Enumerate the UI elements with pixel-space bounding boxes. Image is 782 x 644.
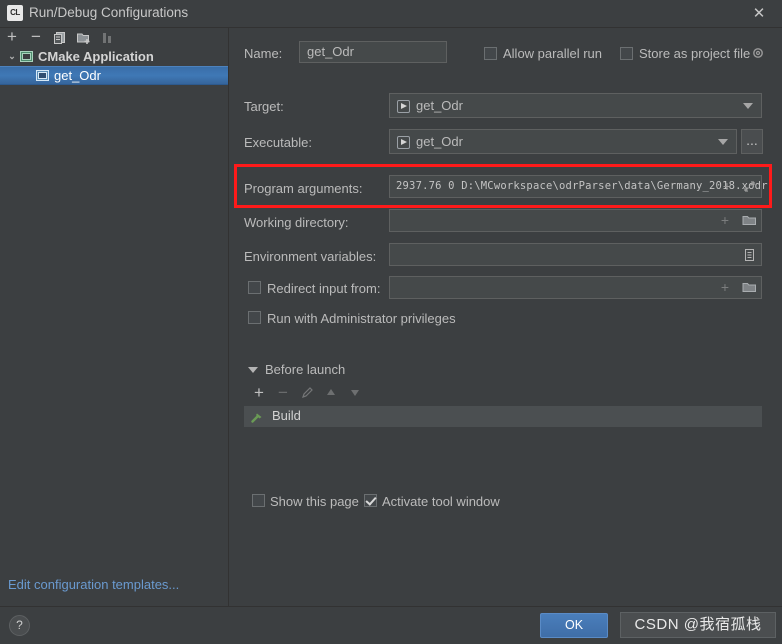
redirect-input-field[interactable]: + xyxy=(389,276,762,299)
remove-task-button[interactable]: − xyxy=(275,384,291,402)
name-input[interactable]: get_Odr xyxy=(299,41,447,63)
activate-tool-window-label: Activate tool window xyxy=(382,494,500,509)
hammer-icon xyxy=(250,410,264,424)
before-launch-task-label: Build xyxy=(272,408,301,423)
show-this-page-checkbox[interactable] xyxy=(252,494,265,507)
target-label: Target: xyxy=(244,99,284,114)
environment-variables-input[interactable] xyxy=(389,243,762,266)
expand-icon[interactable] xyxy=(739,176,759,197)
executable-combobox[interactable]: get_Odr xyxy=(389,129,737,154)
close-icon[interactable]: ✕ xyxy=(736,0,782,27)
working-directory-label: Working directory: xyxy=(244,215,349,230)
store-as-project-file-label: Store as project file xyxy=(639,46,751,61)
program-arguments-value: 2937.76 0 D:\MCworkspace\odrParser\data\… xyxy=(396,180,768,192)
chevron-down-icon[interactable] xyxy=(248,367,258,373)
tree-group-cmake-application[interactable]: ⌄ CMake Application xyxy=(0,47,228,66)
environment-variables-label: Environment variables: xyxy=(244,249,377,264)
ok-button[interactable]: OK xyxy=(540,613,608,638)
before-launch-task-row[interactable]: Build xyxy=(244,406,762,427)
add-configuration-button[interactable]: + xyxy=(2,28,22,46)
executable-value: get_Odr xyxy=(416,134,463,149)
plus-icon[interactable]: + xyxy=(717,176,737,197)
redirect-input-checkbox[interactable] xyxy=(248,281,261,294)
store-as-project-file-checkbox[interactable] xyxy=(620,47,633,60)
folder-icon[interactable] xyxy=(739,210,759,231)
configurations-tree: ⌄ CMake Application get_Odr xyxy=(0,47,228,147)
working-directory-input[interactable]: + xyxy=(389,209,762,232)
chevron-down-icon[interactable]: ⌄ xyxy=(6,47,18,66)
executable-run-icon xyxy=(397,135,410,149)
program-arguments-label: Program arguments: xyxy=(244,181,363,196)
target-value: get_Odr xyxy=(416,98,463,113)
gear-icon[interactable] xyxy=(751,46,765,63)
window-title: Run/Debug Configurations xyxy=(29,5,189,20)
clion-app-icon: CL xyxy=(7,5,23,21)
help-button[interactable]: ? xyxy=(9,615,30,636)
allow-parallel-run-label: Allow parallel run xyxy=(503,46,602,61)
footer-divider xyxy=(0,606,782,607)
show-this-page-label: Show this page xyxy=(270,494,359,509)
plus-icon[interactable]: + xyxy=(715,210,735,231)
remove-configuration-button[interactable]: − xyxy=(26,28,46,46)
run-as-administrator-checkbox[interactable] xyxy=(248,311,261,324)
activate-tool-window-checkbox[interactable] xyxy=(364,494,377,507)
panel-divider xyxy=(228,27,229,607)
target-combobox[interactable]: get_Odr xyxy=(389,93,762,118)
list-icon[interactable] xyxy=(739,244,759,265)
title-bar: CL Run/Debug Configurations ✕ xyxy=(0,0,782,28)
name-input-value: get_Odr xyxy=(307,44,354,59)
allow-parallel-run-checkbox[interactable] xyxy=(484,47,497,60)
configurations-toolbar: + − xyxy=(0,27,228,47)
new-folder-button[interactable] xyxy=(74,28,94,46)
chevron-down-icon[interactable] xyxy=(743,102,753,109)
chevron-down-icon[interactable] xyxy=(718,138,728,145)
redirect-input-label: Redirect input from: xyxy=(267,281,381,296)
executable-label: Executable: xyxy=(244,135,312,150)
tree-item-get-odr[interactable]: get_Odr xyxy=(0,66,228,85)
cmake-target-icon xyxy=(36,69,50,82)
folder-icon[interactable] xyxy=(739,277,759,298)
add-task-button[interactable]: + xyxy=(251,384,267,402)
target-run-icon xyxy=(397,99,410,113)
sort-configurations-button[interactable] xyxy=(98,28,118,46)
arrow-up-icon[interactable] xyxy=(323,386,339,403)
before-launch-label: Before launch xyxy=(265,362,346,377)
copy-configuration-button[interactable] xyxy=(50,28,70,46)
arrow-down-icon[interactable] xyxy=(347,386,363,403)
tree-item-label: get_Odr xyxy=(54,68,101,83)
executable-browse-button[interactable]: ... xyxy=(741,129,763,154)
run-debug-configurations-dialog: CL Run/Debug Configurations ✕ + − ⌄ CMak… xyxy=(0,0,782,644)
tree-group-label: CMake Application xyxy=(38,49,154,64)
pencil-icon[interactable] xyxy=(299,386,315,403)
cmake-application-icon xyxy=(20,49,34,62)
program-arguments-input[interactable]: 2937.76 0 D:\MCworkspace\odrParser\data\… xyxy=(389,175,768,198)
edit-configuration-templates-link[interactable]: Edit configuration templates... xyxy=(8,577,179,592)
name-label: Name: xyxy=(244,46,283,61)
csdn-watermark: CSDN @我宿孤栈 xyxy=(620,612,776,638)
run-as-administrator-label: Run with Administrator privileges xyxy=(267,311,456,326)
plus-icon[interactable]: + xyxy=(715,277,735,298)
